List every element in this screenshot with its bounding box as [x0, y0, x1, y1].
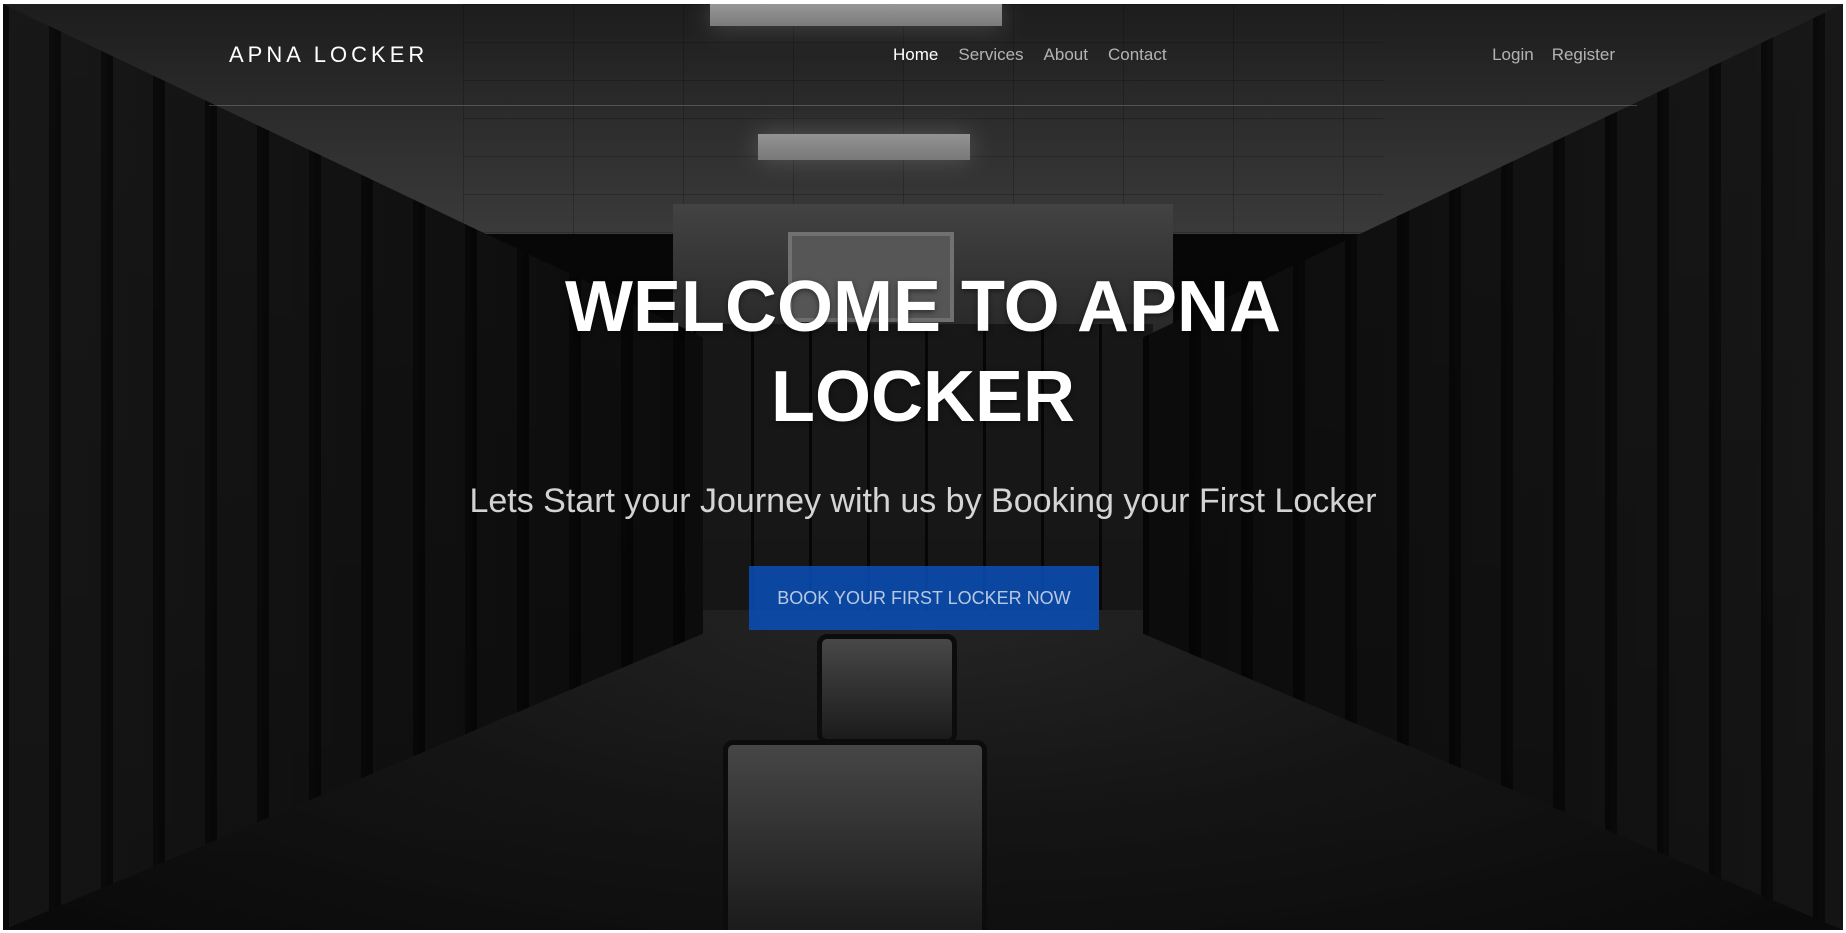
hero-title-line1: WELCOME TO APNA — [565, 267, 1281, 347]
auth-nav: Login Register — [1492, 45, 1615, 65]
dark-overlay — [3, 4, 1843, 930]
book-locker-button[interactable]: BOOK YOUR FIRST LOCKER NOW — [749, 566, 1099, 630]
login-link[interactable]: Login — [1492, 45, 1534, 65]
nav-contact[interactable]: Contact — [1108, 45, 1167, 65]
page-frame: APNA LOCKER Home Services About Contact … — [3, 4, 1843, 930]
brand-logo[interactable]: APNA LOCKER — [229, 42, 428, 68]
hero-title-line2: LOCKER — [771, 357, 1075, 437]
main-nav: Home Services About Contact — [893, 45, 1167, 65]
nav-services[interactable]: Services — [958, 45, 1023, 65]
register-link[interactable]: Register — [1552, 45, 1615, 65]
nav-about[interactable]: About — [1044, 45, 1088, 65]
hero-title: WELCOME TO APNA LOCKER — [423, 262, 1423, 442]
locker-room-background — [3, 4, 1843, 930]
nav-home[interactable]: Home — [893, 45, 938, 65]
hero-subtitle: Lets Start your Journey with us by Booki… — [469, 482, 1377, 520]
navbar: APNA LOCKER Home Services About Contact … — [209, 4, 1637, 106]
